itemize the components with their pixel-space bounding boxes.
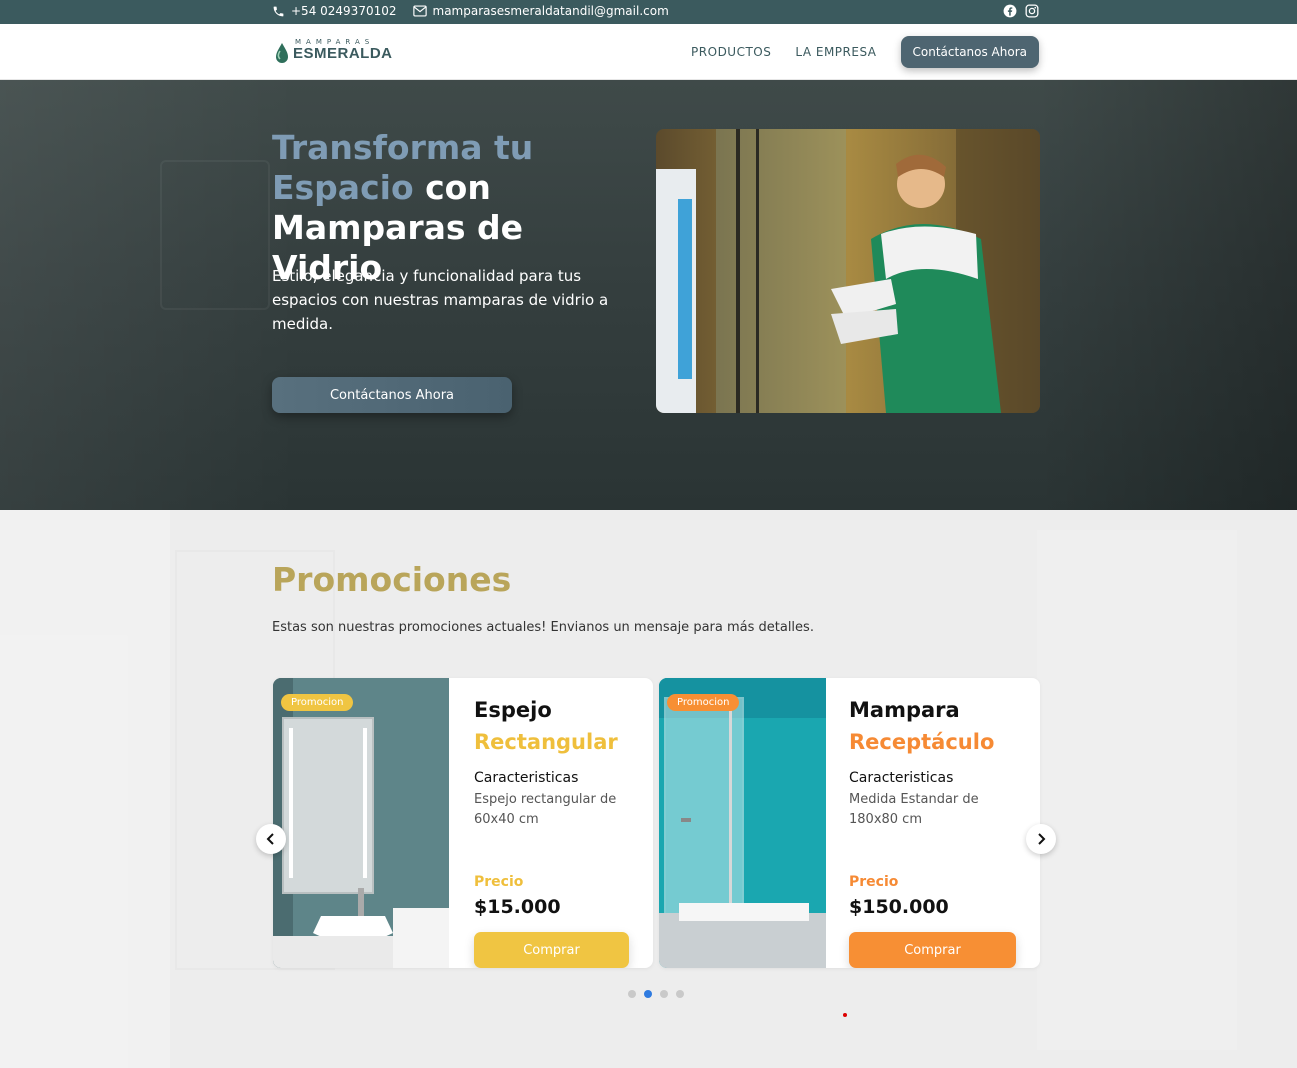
hero-bg-shape	[1037, 80, 1297, 510]
features-text: Espejo rectangular de 60x40 cm	[474, 792, 617, 827]
promo-title-line1: Espejo	[474, 698, 552, 722]
carousel-next-button[interactable]	[1026, 824, 1056, 854]
promo-card-image: Promocion	[659, 678, 826, 968]
price-value: $150.000	[849, 896, 949, 918]
nav-link-productos[interactable]: PRODUCTOS	[691, 45, 771, 59]
carousel-dot[interactable]	[660, 990, 668, 998]
promo-badge: Promocion	[281, 694, 354, 711]
logo-drop-icon	[276, 43, 288, 63]
hero-bg-shape	[160, 160, 270, 310]
instagram-icon[interactable]	[1025, 4, 1039, 18]
phone-contact[interactable]: +54 0249370102	[272, 4, 397, 18]
top-bar: +54 0249370102 mamparasesmeraldatandil@g…	[0, 0, 1297, 24]
promo-bg-shape	[0, 510, 170, 1068]
indicator-dot	[843, 1013, 847, 1017]
carousel-prev-button[interactable]	[256, 824, 286, 854]
main-nav: MAMPARAS ESMERALDA PRODUCTOS LA EMPRESA …	[0, 24, 1297, 80]
facebook-icon[interactable]	[1003, 4, 1017, 18]
promo-badge: Promocion	[667, 694, 740, 711]
buy-button[interactable]: Comprar	[474, 932, 629, 968]
promo-title-line2: Receptáculo	[849, 730, 995, 754]
chevron-right-icon	[1038, 833, 1046, 845]
buy-button[interactable]: Comprar	[849, 932, 1016, 968]
carousel-dot[interactable]	[676, 990, 684, 998]
hero-title-highlight: Transforma tu Espacio	[272, 128, 534, 207]
promo-title-line1: Mampara	[849, 698, 960, 722]
nav-link-la-empresa[interactable]: LA EMPRESA	[795, 45, 876, 59]
logo-big-text: ESMERALDA	[293, 45, 393, 62]
nav-contact-button[interactable]: Contáctanos Ahora	[900, 36, 1039, 68]
logo[interactable]: MAMPARAS ESMERALDA	[273, 38, 393, 68]
promo-card-image: Promocion	[273, 678, 449, 968]
features-text: Medida Estandar de 180x80 cm	[849, 792, 979, 827]
promo-bg-shape	[1037, 530, 1237, 1050]
features-label: Caracteristicas	[849, 770, 954, 786]
price-value: $15.000	[474, 896, 561, 918]
hero-image	[656, 129, 1040, 413]
features-label: Caracteristicas	[474, 770, 579, 786]
chevron-left-icon	[266, 833, 274, 845]
carousel-dots	[628, 990, 684, 998]
email-text: mamparasesmeraldatandil@gmail.com	[432, 4, 669, 18]
carousel-dot[interactable]	[628, 990, 636, 998]
promotions-title: Promociones	[272, 560, 512, 599]
hero-section	[0, 80, 1297, 510]
hero-contact-button[interactable]: Contáctanos Ahora	[272, 377, 512, 413]
promo-card: Promocion Mampara Receptáculo Caracteris…	[659, 678, 1040, 968]
promo-card: Promocion Espejo Rectangular Caracterist…	[273, 678, 653, 968]
mail-icon	[412, 5, 427, 17]
promotions-description: Estas son nuestras promociones actuales!…	[272, 620, 814, 635]
phone-icon	[273, 6, 284, 16]
price-label: Precio	[474, 874, 524, 890]
email-contact[interactable]: mamparasesmeraldatandil@gmail.com	[412, 4, 669, 18]
carousel-dot-active[interactable]	[644, 990, 652, 998]
promo-title-line2: Rectangular	[474, 730, 618, 754]
price-label: Precio	[849, 874, 899, 890]
hero-subtitle: Estilo, elegancia y funcionalidad para t…	[272, 267, 609, 333]
phone-text: +54 0249370102	[291, 4, 397, 18]
